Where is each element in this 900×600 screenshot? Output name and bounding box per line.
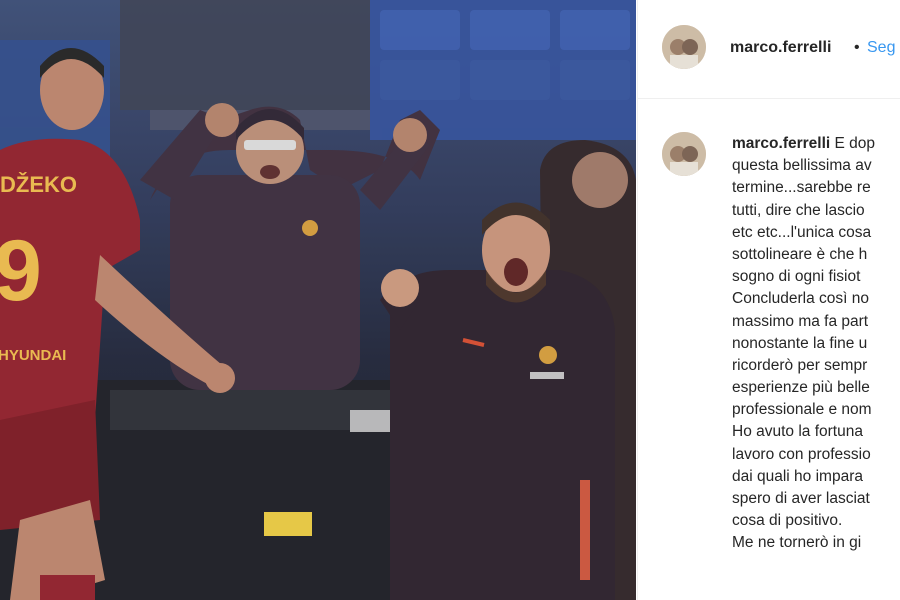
caption-line: dai quali ho impara [732, 467, 863, 485]
caption-line: nonostante la fine u [732, 334, 868, 352]
caption-line: tutti, dire che lascio [732, 201, 865, 219]
caption-line: massimo ma fa part [732, 312, 869, 330]
post-photo[interactable]: DŽEKO 9 HYUNDAI [0, 0, 636, 600]
caption-line: spero di aver lasciat [732, 490, 870, 507]
caption-line: questa bellissima av [732, 157, 872, 175]
caption-comment: marco.ferrelli E dop questa bellissima a… [638, 99, 900, 600]
caption-first-line: marco.ferrelli E dop [732, 133, 900, 155]
header-username[interactable]: marco.ferrelli [730, 39, 831, 57]
caption-text: marco.ferrelli E dop questa bellissima a… [732, 133, 900, 555]
avatar-image [662, 132, 706, 176]
caption-line: Me ne tornerò in gi [732, 534, 862, 552]
caption-text-start: E dop [830, 135, 876, 152]
caption-line: professionale e nom [732, 401, 872, 419]
avatar-image [662, 25, 706, 69]
post-sidebar: marco.ferrelli • Seg marco.ferrelli E do… [637, 0, 900, 600]
separator-dot: • [854, 39, 860, 56]
post-header: marco.ferrelli • Seg [638, 0, 900, 99]
caption-line: sogno di ogni fisiot [732, 268, 861, 286]
avatar[interactable] [662, 25, 706, 69]
caption-line: sottolineare è che h [732, 245, 868, 263]
caption-line: termine...sarebbe re [732, 179, 871, 197]
caption-line: etc etc...l'unica cosa [732, 223, 872, 241]
caption-line: cosa di positivo. [732, 512, 843, 530]
comment-avatar[interactable] [662, 132, 706, 176]
caption-line: ricorderò per sempr [732, 356, 868, 374]
caption-line: lavoro con professio [732, 445, 871, 463]
follow-button[interactable]: Seg [867, 39, 895, 57]
celebration-image: DŽEKO 9 HYUNDAI [0, 0, 636, 600]
caption-line: esperienze più belle [732, 379, 870, 397]
caption-line: Concluderla così no [732, 290, 869, 308]
caption-line: Ho avuto la fortuna [732, 423, 863, 441]
caption-username[interactable]: marco.ferrelli [732, 135, 830, 152]
